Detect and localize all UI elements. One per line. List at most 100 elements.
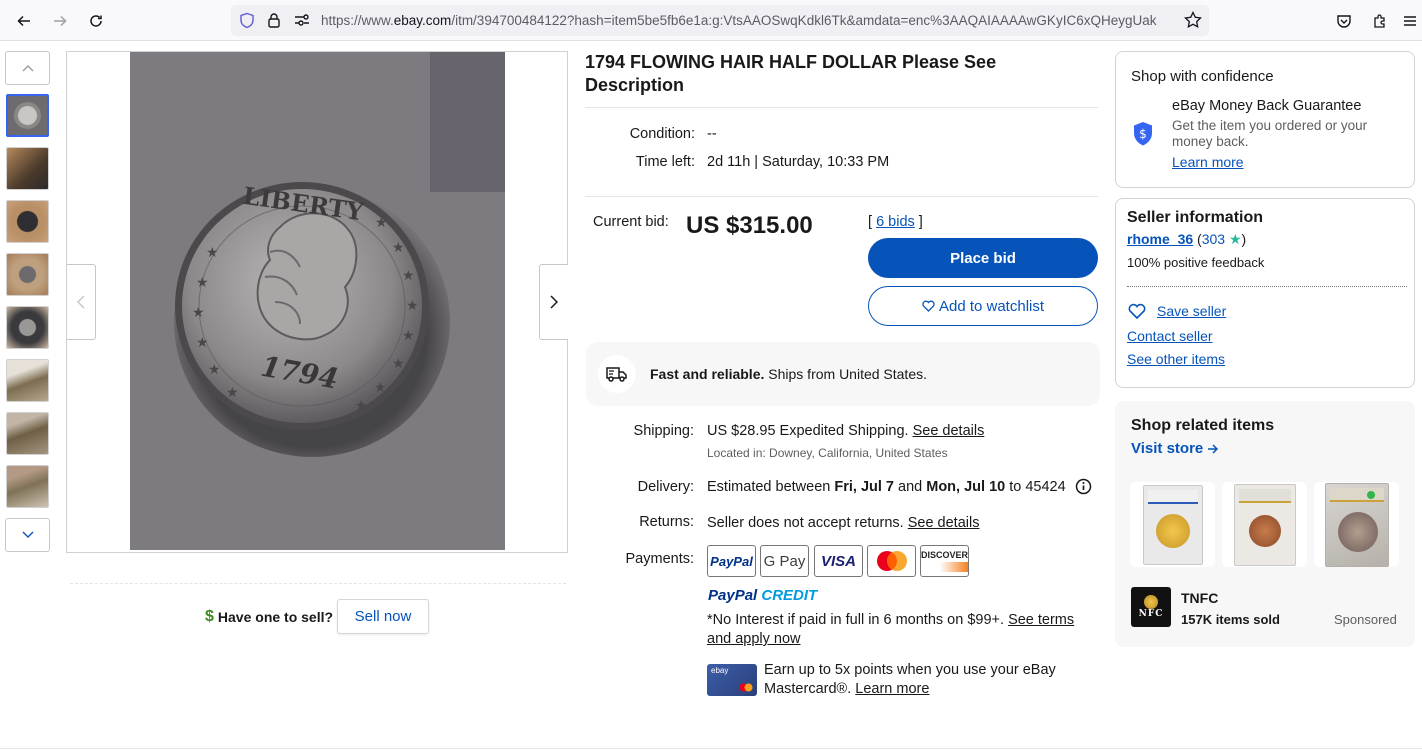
credit-offer-text: *No Interest if paid in full in 6 months… [707, 611, 1099, 649]
thumbnail-image [7, 307, 48, 348]
store-logo-coin [1144, 595, 1158, 609]
thumbnail-4[interactable] [6, 253, 49, 296]
shipping-highlight-rest: Ships from United States. [764, 366, 928, 382]
add-to-watchlist-button[interactable]: Add to watchlist [868, 286, 1098, 326]
seller-information-card: Seller information rhome_36 (303 ★) 100%… [1115, 198, 1415, 388]
store-logo[interactable]: NFC [1131, 587, 1171, 627]
lock-icon[interactable] [267, 12, 281, 29]
divider [585, 196, 1098, 197]
svg-text:★: ★ [226, 384, 239, 400]
sell-now-button[interactable]: Sell now [337, 599, 429, 634]
url-host: ebay.com [393, 13, 452, 28]
shipping-see-details-link[interactable]: See details [913, 423, 985, 439]
url-bar[interactable]: https://www.ebay.com/itm/394700484122?ha… [231, 5, 1209, 36]
forward-arrow-icon [54, 15, 67, 27]
forward-button[interactable] [47, 8, 73, 34]
paypal-badge: PayPal [707, 545, 756, 577]
coin-photo: LIBERTY 1794 ★★★ ★★★ ★★★ ★★★ ★★ [130, 52, 505, 550]
permissions-icon[interactable] [293, 12, 311, 29]
svg-text:★: ★ [355, 397, 368, 413]
shield-icon[interactable] [239, 12, 255, 29]
delivery-value: Estimated between Fri, Jul 7 and Mon, Ju… [707, 479, 1066, 495]
listing-title: 1794 FLOWING HAIR HALF DOLLAR Please See… [585, 52, 997, 95]
svg-text:★: ★ [402, 267, 415, 283]
items-sold: 157K items sold [1181, 612, 1280, 627]
shipping-method: Expedited Shipping. [775, 423, 913, 439]
thumbnail-2[interactable] [6, 147, 49, 190]
confidence-title: Shop with confidence [1131, 68, 1274, 85]
extensions-button[interactable] [1367, 8, 1393, 34]
info-icon[interactable] [1075, 478, 1092, 495]
heart-icon[interactable] [1128, 303, 1146, 319]
pocket-icon [1337, 15, 1351, 28]
positive-feedback: 100% positive feedback [1127, 255, 1265, 270]
card-promo-learn-more-link[interactable]: Learn more [855, 681, 929, 697]
thumbnail-5[interactable] [6, 306, 49, 349]
slab-image [1142, 484, 1203, 565]
seller-name-link[interactable]: rhome_36 [1127, 231, 1193, 247]
guarantee-learn-more-link[interactable]: Learn more [1172, 154, 1244, 170]
store-logo-text: NFC [1138, 609, 1164, 619]
slab-image [1324, 482, 1389, 567]
svg-text:★: ★ [196, 334, 209, 350]
main-image-frame[interactable]: LIBERTY 1794 ★ ★ ★ ★ ★ ★ ★ ★ ★ ★ ★ ★ ★ ★ [66, 51, 568, 553]
mastercard-mini-icon [739, 683, 753, 692]
related-item-2[interactable] [1222, 482, 1307, 567]
reload-button[interactable] [83, 8, 109, 34]
delivery-from: Fri, Jul 7 [834, 479, 894, 495]
shipping-price: US $28.95 [707, 423, 776, 439]
svg-text:★: ★ [406, 297, 419, 313]
seller-score-link[interactable]: 303 [1202, 231, 1225, 247]
thumbnail-6[interactable] [6, 359, 49, 402]
chevron-down-icon [22, 531, 33, 538]
hamburger-icon [1404, 16, 1416, 26]
slab-label [1238, 488, 1291, 503]
chevron-right-icon [550, 295, 558, 309]
returns-see-details-link[interactable]: See details [908, 515, 980, 531]
bid-count-link[interactable]: 6 bids [876, 214, 915, 230]
pocket-button[interactable] [1331, 8, 1357, 34]
thumbnail-scroll-up-button[interactable] [5, 51, 50, 85]
sell-prompt: $ Have one to sell? [205, 608, 333, 626]
google-pay-badge: G Pay [760, 545, 809, 577]
copper-coin [1248, 514, 1281, 547]
gold-coin [1155, 513, 1190, 548]
delivery-to: Mon, Jul 10 [926, 479, 1006, 495]
discover-stripe [921, 562, 968, 572]
thumbnail-1[interactable] [6, 94, 49, 137]
thumbnail-3[interactable] [6, 200, 49, 243]
main-product-image[interactable]: LIBERTY 1794 ★ ★ ★ ★ ★ ★ ★ ★ ★ ★ ★ ★ ★ ★ [130, 52, 505, 550]
store-name[interactable]: TNFC [1181, 590, 1218, 606]
thumbnail-image [7, 254, 48, 295]
related-item-3[interactable] [1314, 482, 1399, 567]
visit-store-link[interactable]: Visit store [1131, 440, 1219, 457]
svg-text:★: ★ [206, 244, 219, 260]
save-seller-link[interactable]: Save seller [1157, 303, 1226, 319]
shipping-highlight-bold: Fast and reliable. [650, 366, 765, 382]
url-text[interactable]: https://www.ebay.com/itm/394700484122?ha… [321, 13, 1161, 28]
contact-seller-link[interactable]: Contact seller [1127, 328, 1213, 344]
visit-store-label: Visit store [1131, 440, 1204, 457]
related-item-1[interactable] [1130, 482, 1215, 567]
menu-button[interactable] [1397, 8, 1422, 34]
guarantee-text: Get the item you ordered or your money b… [1172, 118, 1368, 149]
thumbnail-image [7, 201, 48, 242]
returns-text: Seller does not accept returns. [707, 515, 908, 531]
next-image-button[interactable] [539, 264, 568, 340]
condition-label: Condition: [629, 126, 695, 142]
previous-image-button[interactable] [67, 264, 96, 340]
thumbnail-7[interactable] [6, 412, 49, 455]
thumbnail-8[interactable] [6, 465, 49, 508]
thumbnail-scroll-down-button[interactable] [5, 518, 50, 552]
place-bid-button[interactable]: Place bid [868, 238, 1098, 278]
back-button[interactable] [11, 8, 37, 34]
delivery-label: Delivery: [637, 479, 694, 495]
sell-divider [70, 583, 566, 584]
returns-label: Returns: [639, 514, 694, 530]
see-other-items-link[interactable]: See other items [1127, 351, 1225, 367]
heart-icon [922, 300, 935, 312]
bookmark-star-icon[interactable] [1184, 11, 1202, 29]
svg-text:★: ★ [392, 355, 405, 371]
page-bottom-divider [0, 748, 1422, 749]
silver-coin [1337, 511, 1378, 552]
